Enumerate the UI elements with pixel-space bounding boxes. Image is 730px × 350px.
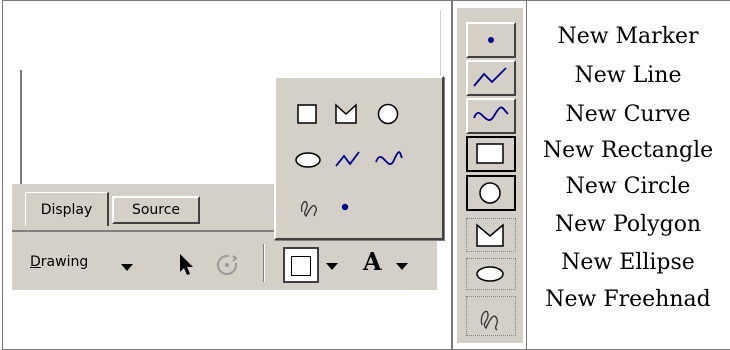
toolbar-separator	[263, 244, 265, 282]
new-marker-button[interactable]	[466, 22, 516, 58]
drawing-menu-button[interactable]: Drawing	[30, 254, 88, 270]
curve-icon	[473, 106, 509, 121]
editor-edge-line	[20, 70, 22, 185]
rectangle-icon[interactable]	[296, 103, 318, 125]
new-circle-button[interactable]	[466, 175, 516, 211]
label-new-ellipse: New Ellipse	[561, 250, 695, 275]
curve-icon[interactable]	[374, 148, 404, 170]
tab-source[interactable]: Source	[112, 196, 200, 224]
new-ellipse-button[interactable]	[466, 258, 516, 290]
label-new-line: New Line	[574, 63, 682, 88]
text-tool-icon[interactable]: A	[363, 247, 382, 276]
new-curve-button[interactable]	[466, 98, 516, 134]
ellipse-icon	[476, 266, 504, 282]
new-line-button[interactable]	[466, 60, 516, 96]
new-rectangle-button[interactable]	[466, 136, 516, 172]
label-new-freehand: New Freehnad	[545, 287, 711, 312]
line-icon	[473, 67, 507, 87]
label-new-rectangle: New Rectangle	[542, 138, 714, 163]
drawing-menu-mnemonic: D	[30, 254, 41, 270]
drawing-menu-label: rawing	[40, 254, 89, 270]
polygon-icon[interactable]	[334, 103, 358, 125]
shape-dropdown-chevron-icon[interactable]	[326, 263, 338, 270]
rectangle-icon	[291, 256, 311, 276]
line-icon[interactable]	[334, 148, 362, 170]
new-freehand-button[interactable]	[466, 296, 516, 336]
rectangle-icon	[476, 143, 504, 164]
circle-icon[interactable]	[376, 102, 400, 126]
freehand-icon	[480, 310, 499, 331]
freehand-icon[interactable]	[298, 194, 320, 218]
marker-icon[interactable]	[338, 200, 352, 214]
text-dropdown-chevron-icon[interactable]	[396, 263, 408, 270]
shape-popup-menu	[274, 76, 444, 240]
new-polygon-button[interactable]	[466, 218, 516, 252]
circle-icon	[479, 182, 501, 204]
tab-display[interactable]: Display	[25, 192, 109, 226]
label-new-polygon: New Polygon	[554, 212, 702, 237]
polygon-icon	[476, 223, 504, 247]
marker-icon	[488, 37, 494, 43]
label-new-circle: New Circle	[565, 174, 691, 199]
rotate-icon[interactable]	[214, 252, 240, 278]
ellipse-icon[interactable]	[294, 150, 322, 170]
chevron-down-icon[interactable]	[121, 264, 133, 271]
pointer-cursor-icon[interactable]	[176, 252, 198, 278]
label-new-marker: New Marker	[557, 24, 699, 49]
label-new-curve: New Curve	[565, 102, 691, 127]
